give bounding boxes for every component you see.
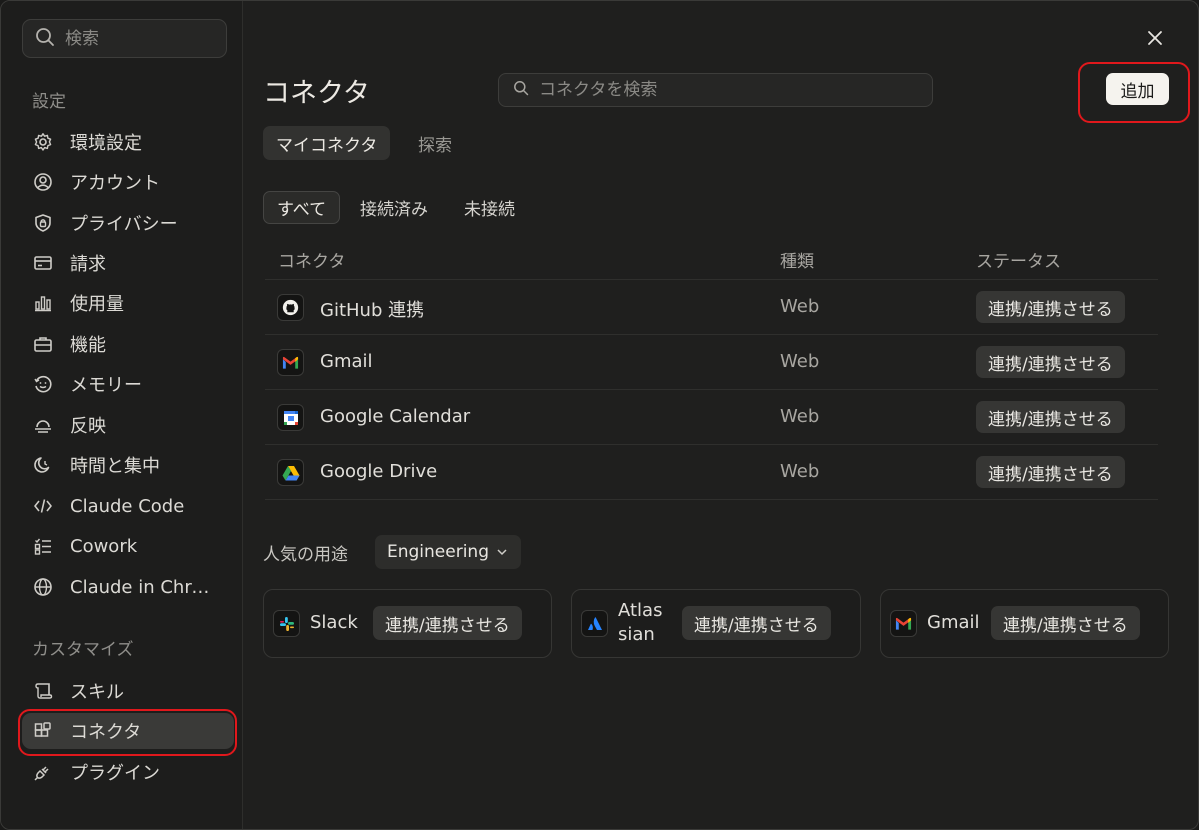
connect-button[interactable]: 連携/連携させる (976, 346, 1125, 378)
section-label-customize: カスタマイズ (32, 640, 134, 660)
connector-name: Google Drive (320, 461, 438, 482)
column-header-status: ステータス (976, 252, 1061, 272)
credit-card-icon (33, 253, 53, 273)
connector-name: Google Calendar (320, 406, 471, 427)
connector-card: Atlas sian 連携/連携させる (571, 589, 861, 658)
connector-name: GitHub 連携 (320, 300, 425, 321)
column-header-type: 種類 (780, 252, 814, 272)
settings-window: 設定 環境設定 アカウント プライバシー 請求 使用量 機能 メモリー (0, 0, 1199, 830)
card-name-line1: Atlas (618, 600, 663, 621)
connect-button[interactable]: 連携/連携させる (991, 606, 1140, 640)
filter-all[interactable]: すべて (263, 191, 341, 224)
card-name: Slack (310, 612, 358, 633)
google-calendar-icon (277, 404, 304, 431)
github-icon (277, 294, 304, 321)
connector-type: Web (780, 351, 820, 372)
connect-button[interactable]: 連携/連携させる (682, 606, 831, 640)
gear-icon (33, 132, 53, 152)
sidebar-item-plugins[interactable]: プラグイン (22, 754, 234, 790)
add-button[interactable]: 追加 (1106, 73, 1169, 105)
connect-button[interactable]: 連携/連携させる (373, 606, 522, 640)
popular-uses-dropdown[interactable]: Engineering (375, 535, 521, 569)
page-title: コネクタ (263, 78, 370, 109)
table-divider (265, 499, 1158, 500)
sidebar-item-cowork[interactable]: Cowork (22, 528, 234, 564)
globe-icon (33, 577, 53, 597)
sidebar-item-billing[interactable]: 請求 (22, 245, 234, 281)
filter-not-connected[interactable]: 未接続 (451, 191, 528, 224)
connect-button[interactable]: 連携/連携させる (976, 291, 1125, 323)
filter-connected[interactable]: 接続済み (347, 191, 441, 224)
moon-clock-icon (33, 455, 53, 475)
table-row: GitHub 連携 Web 連携/連携させる (265, 279, 1158, 334)
briefcase-icon (33, 334, 53, 354)
sidebar-item-memory[interactable]: メモリー (22, 366, 234, 402)
plug-icon (33, 762, 53, 782)
column-header-connector: コネクタ (278, 252, 346, 272)
connector-type: Web (780, 406, 820, 427)
search-icon (513, 80, 529, 100)
card-name-line2: sian (618, 624, 655, 645)
gmail-icon (277, 349, 304, 376)
dropdown-value: Engineering (387, 542, 489, 562)
sidebar: 設定 環境設定 アカウント プライバシー 請求 使用量 機能 メモリー (1, 1, 243, 829)
bar-chart-icon (33, 293, 53, 313)
slack-icon (273, 610, 300, 637)
close-button[interactable] (1144, 27, 1166, 49)
sidebar-item-reflection[interactable]: 反映 (22, 407, 234, 443)
close-icon (1148, 31, 1162, 45)
connect-button[interactable]: 連携/連携させる (976, 401, 1125, 433)
connector-type: Web (780, 461, 820, 482)
search-icon (35, 27, 55, 51)
popular-uses-label: 人気の用途 (263, 545, 348, 565)
tab-my-connectors[interactable]: マイコネクタ (263, 126, 391, 160)
gmail-icon (890, 610, 917, 637)
sidebar-search-input[interactable] (65, 28, 215, 49)
atlassian-icon (581, 610, 608, 637)
sidebar-item-account[interactable]: アカウント (22, 164, 234, 200)
sidebar-item-preferences[interactable]: 環境設定 (22, 124, 234, 160)
connector-card: Slack 連携/連携させる (263, 589, 552, 658)
table-row: Google Calendar Web 連携/連携させる (265, 389, 1158, 444)
checklist-icon (33, 536, 53, 556)
connector-search-input[interactable] (539, 80, 919, 100)
user-circle-icon (33, 172, 53, 192)
chevron-down-icon (495, 545, 509, 559)
connector-type: Web (780, 296, 820, 317)
sidebar-item-connectors[interactable]: コネクタ (22, 713, 234, 749)
card-name: Gmail (927, 612, 980, 633)
shield-icon (33, 213, 53, 233)
code-icon (33, 496, 53, 516)
sidebar-item-claude-in-chrome[interactable]: Claude in Chrome (22, 569, 234, 605)
sidebar-item-skills[interactable]: スキル (22, 673, 234, 709)
sidebar-item-privacy[interactable]: プライバシー (22, 205, 234, 241)
section-label-settings: 設定 (32, 92, 66, 112)
connector-name: Gmail (320, 351, 373, 372)
table-row: Gmail Web 連携/連携させる (265, 334, 1158, 389)
connector-card: Gmail 連携/連携させる (880, 589, 1169, 658)
sidebar-item-usage[interactable]: 使用量 (22, 285, 234, 321)
scroll-icon (33, 681, 53, 701)
blocks-icon (33, 721, 53, 741)
sunrise-icon (33, 415, 53, 435)
connect-button[interactable]: 連携/連携させる (976, 456, 1125, 488)
connector-search[interactable] (498, 73, 933, 107)
sidebar-search[interactable] (22, 19, 227, 58)
table-row: Google Drive Web 連携/連携させる (265, 444, 1158, 499)
sidebar-item-features[interactable]: 機能 (22, 326, 234, 362)
sidebar-item-claude-code[interactable]: Claude Code (22, 488, 234, 524)
tab-explore[interactable]: 探索 (405, 126, 465, 160)
google-drive-icon (277, 459, 304, 486)
memory-icon (33, 374, 53, 394)
sidebar-item-time-focus[interactable]: 時間と集中 (22, 447, 234, 483)
